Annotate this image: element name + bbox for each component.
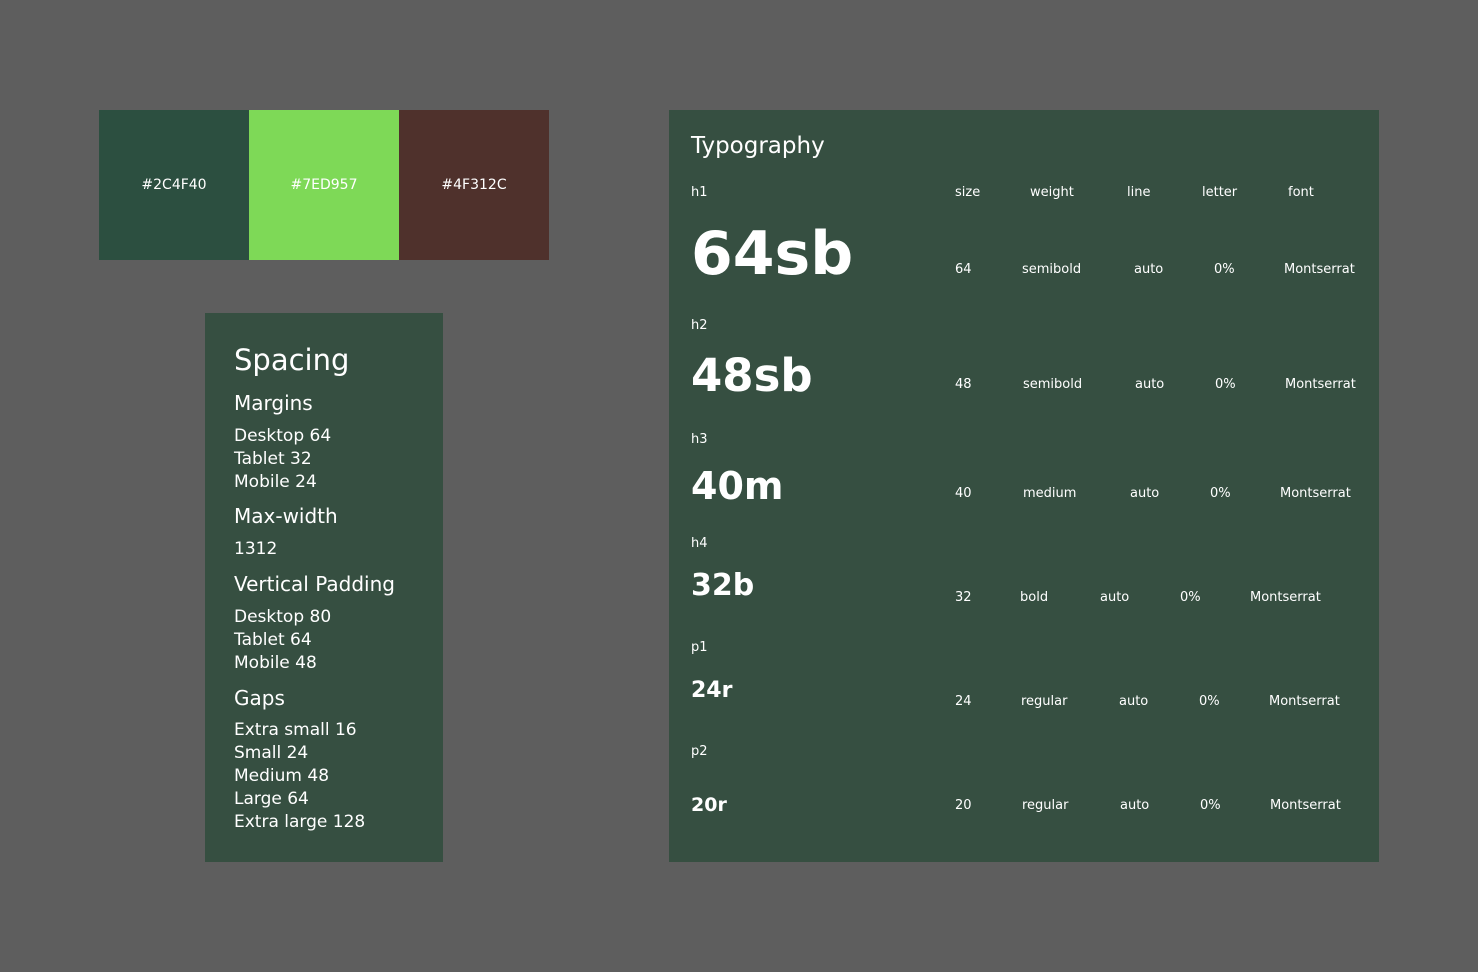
type-font-value: Montserrat: [1280, 486, 1351, 501]
type-size-value: 24: [955, 694, 972, 709]
type-font-value: Montserrat: [1270, 798, 1341, 813]
type-line-value: auto: [1119, 694, 1149, 709]
column-header-letter: letter: [1202, 185, 1238, 200]
type-size-value: 48: [955, 377, 972, 392]
column-header-line: line: [1127, 185, 1151, 200]
style-tag-p1: p1: [691, 640, 708, 655]
spacing-panel: Spacing Margins Desktop 64 Tablet 32 Mob…: [205, 313, 443, 862]
style-tag-h2: h2: [691, 318, 708, 333]
type-size-value: 64: [955, 262, 972, 277]
column-header-weight: weight: [1030, 185, 1074, 200]
type-letter-value: 0%: [1215, 377, 1236, 392]
style-tag-p2: p2: [691, 744, 708, 759]
type-weight-value: semibold: [1022, 262, 1082, 277]
type-weight-value: regular: [1021, 694, 1068, 709]
vertical-padding-item: Mobile 48: [234, 653, 317, 673]
typography-panel: Typography h1 size weight line letter fo…: [669, 110, 1379, 862]
type-letter-value: 0%: [1210, 486, 1231, 501]
color-swatch-label: #2C4F40: [141, 177, 207, 193]
type-letter-value: 0%: [1200, 798, 1221, 813]
type-font-value: Montserrat: [1269, 694, 1340, 709]
margins-item: Desktop 64: [234, 426, 332, 446]
max-width-item: 1312: [234, 539, 278, 559]
type-size-value: 40: [955, 486, 972, 501]
typography-title: Typography: [691, 133, 825, 159]
color-swatch-brown: #4F312C: [399, 110, 549, 260]
type-sample-h3: 40m: [691, 464, 784, 508]
column-header-font: font: [1288, 185, 1314, 200]
gaps-item: Large 64: [234, 789, 309, 809]
type-line-value: auto: [1134, 262, 1164, 277]
type-font-value: Montserrat: [1250, 590, 1321, 605]
margins-item: Tablet 32: [234, 449, 312, 469]
style-tag-h3: h3: [691, 432, 708, 447]
vertical-padding-item: Tablet 64: [234, 630, 312, 650]
type-sample-p2: 20r: [691, 794, 727, 816]
type-letter-value: 0%: [1180, 590, 1201, 605]
gaps-item: Medium 48: [234, 766, 330, 786]
type-size-value: 20: [955, 798, 972, 813]
type-line-value: auto: [1130, 486, 1160, 501]
color-swatch-label: #4F312C: [441, 177, 507, 193]
style-tag-h1: h1: [691, 185, 708, 200]
type-sample-p1: 24r: [691, 678, 733, 703]
type-weight-value: medium: [1023, 486, 1077, 501]
gaps-item: Extra small 16: [234, 720, 357, 740]
type-sample-h4: 32b: [691, 568, 755, 603]
type-line-value: auto: [1100, 590, 1130, 605]
style-tag-h4: h4: [691, 536, 708, 551]
gaps-item: Small 24: [234, 743, 309, 763]
color-palette: #2C4F40 #7ED957 #4F312C: [99, 110, 549, 260]
spacing-title: Spacing: [234, 343, 350, 377]
gaps-item: Extra large 128: [234, 812, 366, 832]
margins-item: Mobile 24: [234, 472, 317, 492]
type-letter-value: 0%: [1214, 262, 1235, 277]
type-size-value: 32: [955, 590, 972, 605]
type-line-value: auto: [1120, 798, 1150, 813]
color-swatch-label: #7ED957: [290, 177, 358, 193]
vertical-padding-item: Desktop 80: [234, 607, 332, 627]
type-font-value: Montserrat: [1285, 377, 1356, 392]
gaps-heading: Gaps: [234, 686, 285, 710]
margins-heading: Margins: [234, 391, 313, 415]
type-letter-value: 0%: [1199, 694, 1220, 709]
vertical-padding-heading: Vertical Padding: [234, 572, 395, 596]
type-line-value: auto: [1135, 377, 1165, 392]
color-swatch-dark-green: #2C4F40: [99, 110, 249, 260]
type-sample-h1: 64sb: [691, 219, 854, 289]
color-swatch-light-green: #7ED957: [249, 110, 399, 260]
type-sample-h2: 48sb: [691, 349, 813, 402]
type-weight-value: semibold: [1023, 377, 1083, 392]
type-weight-value: bold: [1020, 590, 1049, 605]
max-width-heading: Max-width: [234, 504, 338, 528]
type-font-value: Montserrat: [1284, 262, 1355, 277]
column-header-size: size: [955, 185, 981, 200]
type-weight-value: regular: [1022, 798, 1069, 813]
